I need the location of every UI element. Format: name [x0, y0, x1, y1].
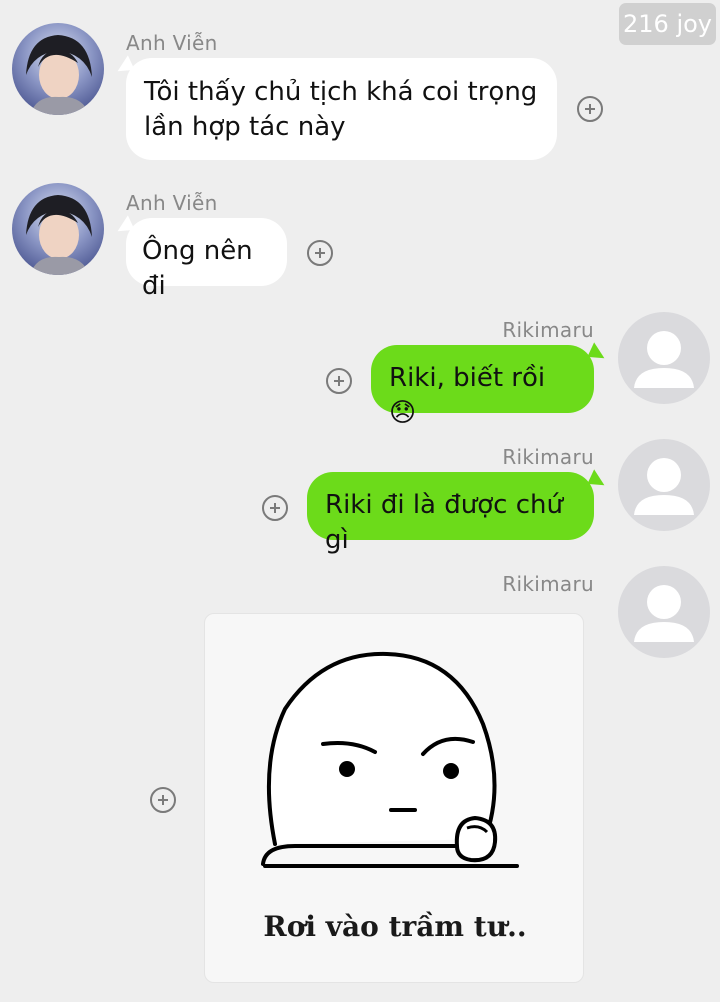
user-photo-icon — [26, 35, 92, 115]
message-bubble[interactable]: Riki đi là được chứ gì — [307, 472, 594, 555]
sender-name: Rikimaru — [502, 318, 594, 342]
message-bubble[interactable]: Riki, biết rồi 😞 — [371, 345, 594, 428]
message-text: Ông nên đi — [142, 236, 253, 301]
plus-icon — [158, 795, 168, 805]
default-user-avatar-icon — [634, 331, 694, 388]
sender-name: Anh Viễn — [126, 31, 218, 55]
user-photo-icon — [26, 195, 92, 275]
watermark-label: 216 joy — [619, 3, 716, 45]
message-text: Riki, biết rồi — [389, 363, 546, 393]
avatar-rikimaru[interactable] — [618, 312, 710, 404]
sticker-caption: Rơi vào trầm tư.. — [263, 910, 527, 943]
add-reaction-button[interactable] — [577, 96, 603, 122]
message-text-line: lần hợp tác này — [144, 112, 346, 142]
plus-icon — [270, 503, 280, 513]
add-reaction-button[interactable] — [150, 787, 176, 813]
plus-icon — [315, 248, 325, 258]
default-user-avatar-icon — [634, 458, 694, 515]
sender-name: Rikimaru — [502, 445, 594, 469]
message-text: Riki đi là được chứ gì — [325, 490, 563, 555]
message-bubble[interactable]: Tôi thấy chủ tịch khá coi trọng lần hợp … — [126, 58, 557, 160]
plus-icon — [585, 104, 595, 114]
default-user-avatar-icon — [634, 585, 694, 642]
disappointed-face-emoji: 😞 — [389, 398, 417, 428]
add-reaction-button[interactable] — [307, 240, 333, 266]
sender-name: Rikimaru — [502, 572, 594, 596]
add-reaction-button[interactable] — [326, 368, 352, 394]
message-bubble[interactable]: Ông nên đi — [126, 218, 287, 301]
avatar-rikimaru[interactable] — [618, 439, 710, 531]
add-reaction-button[interactable] — [262, 495, 288, 521]
message-text-line: Tôi thấy chủ tịch khá coi trọng — [144, 77, 538, 107]
sticker-message[interactable]: Rơi vào trầm tư.. — [204, 613, 584, 983]
thinking-face-sticker — [261, 651, 519, 868]
avatar-anh-vien[interactable] — [12, 183, 104, 275]
avatar-rikimaru[interactable] — [618, 566, 710, 658]
avatar-anh-vien[interactable] — [12, 23, 104, 115]
sender-name: Anh Viễn — [126, 191, 218, 215]
plus-icon — [334, 376, 344, 386]
